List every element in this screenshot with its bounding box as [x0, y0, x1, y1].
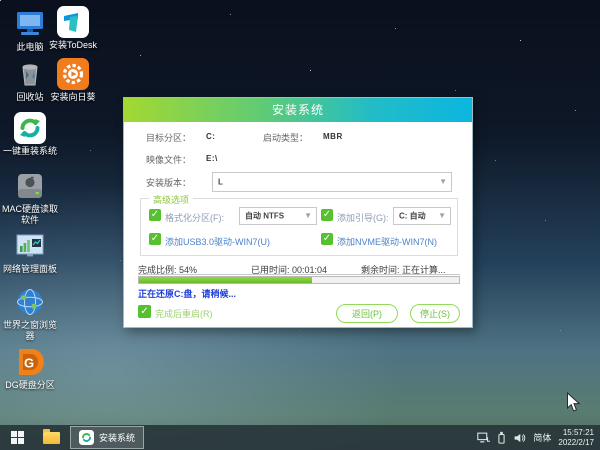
task-label: 安装系统: [99, 433, 136, 443]
folder-icon: [42, 428, 60, 444]
status-message: 正在还原C:盘，请稍候...: [138, 289, 236, 299]
desktop-icon-sunflower[interactable]: 安装向日葵: [44, 58, 102, 103]
boot-type-label: 启动类型：: [263, 133, 309, 143]
taskbar-clock[interactable]: 15:57:21 2022/2/17: [558, 428, 594, 448]
icon-label: DG硬盘分区: [5, 380, 55, 390]
icon-label: 安装ToDesk: [48, 40, 97, 50]
desktop-icon-network-panel[interactable]: 网络管理面板: [1, 230, 59, 275]
sunflower-icon: [57, 58, 89, 90]
desktop-icon-dg-partition[interactable]: G DG硬盘分区: [1, 346, 59, 391]
progress-bar: [138, 276, 460, 284]
restart-after-finish-checkbox[interactable]: ✓: [138, 305, 151, 318]
file-explorer-button[interactable]: [36, 425, 66, 450]
boot-type-value: MBR: [323, 132, 343, 141]
nvme-driver-checkbox[interactable]: ✓: [321, 233, 333, 245]
network-icon[interactable]: [477, 432, 491, 444]
icon-label: MAC硬盘读取软件: [2, 204, 58, 225]
chevron-down-icon: ▼: [438, 210, 446, 220]
target-partition-value: C:: [206, 132, 216, 141]
target-partition-label: 目标分区：: [146, 133, 192, 143]
icon-label: 一键重装系统: [2, 146, 57, 156]
mouse-cursor: [567, 392, 581, 412]
install-version-select[interactable]: L ▼: [212, 172, 452, 192]
advanced-options-legend: 高级选项: [149, 193, 194, 206]
format-partition-checkbox[interactable]: ✓: [149, 209, 161, 221]
nvme-driver-label: 添加NVME驱动-WIN7(N): [337, 237, 437, 247]
install-version-label: 安装版本：: [146, 178, 192, 188]
format-partition-label: 格式化分区(F):: [165, 213, 224, 223]
advanced-options-group: 高级选项 ✓ 格式化分区(F): 自动 NTFS ▼ ✓ 添加引导(G): C:…: [140, 193, 458, 256]
install-system-dialog: 安装系统 目标分区： C: 启动类型： MBR 映像文件： E:\ 安装版本： …: [123, 97, 473, 328]
windows-logo-icon: [11, 430, 25, 445]
format-mode-value: 自动 NTFS: [245, 211, 285, 221]
add-boot-select[interactable]: C: 自动 ▼: [393, 207, 451, 225]
icon-label: 网络管理面板: [2, 264, 57, 274]
start-button[interactable]: [0, 425, 36, 450]
back-button[interactable]: 返回(P): [336, 304, 398, 323]
mac-disk-reader-icon: [18, 174, 42, 198]
add-boot-checkbox[interactable]: ✓: [321, 209, 333, 221]
desktop-icon-mac-disk-reader[interactable]: MAC硬盘读取软件: [1, 170, 59, 226]
one-key-reinstall-icon: [14, 112, 46, 144]
divider: [138, 274, 460, 275]
taskbar: 安装系统 简体 15:57:21 2022/2/17: [0, 425, 600, 450]
dg-partition-icon: G: [19, 349, 44, 375]
recycle-bin-icon: [22, 64, 38, 86]
install-version-value: L: [218, 177, 223, 187]
tray-date: 2022/2/17: [558, 437, 594, 447]
desktop-icon-one-key-reinstall[interactable]: 一键重装系统: [1, 112, 59, 157]
volume-icon[interactable]: [513, 432, 526, 444]
install-system-task-icon: [79, 430, 94, 445]
tray-time: 15:57:21: [562, 427, 594, 437]
dialog-title: 安装系统: [124, 98, 472, 122]
system-tray: 简体 15:57:21 2022/2/17: [477, 428, 594, 448]
network-panel-icon: [16, 234, 44, 257]
icon-label: 世界之窗浏览器: [2, 320, 57, 341]
desktop-icon-world-browser[interactable]: 世界之窗浏览器: [1, 286, 59, 342]
input-language-indicator[interactable]: 简体: [533, 431, 551, 444]
progress-fill: [139, 277, 312, 283]
add-boot-value: C: 自动: [399, 211, 426, 221]
usb-icon[interactable]: [497, 431, 506, 444]
image-file-value: E:\: [206, 154, 218, 163]
this-pc-icon: [17, 12, 43, 35]
taskbar-task-install-system[interactable]: 安装系统: [70, 426, 145, 449]
image-file-label: 映像文件：: [146, 155, 192, 165]
icon-label: 安装向日葵: [50, 92, 96, 102]
todesk-icon: [57, 6, 89, 38]
restart-after-finish-label: 完成后重启(R): [155, 309, 213, 319]
world-browser-icon: [17, 289, 43, 315]
chevron-down-icon: ▼: [439, 176, 447, 186]
usb3-driver-label: 添加USB3.0驱动-WIN7(U): [165, 237, 271, 247]
svg-text:G: G: [24, 356, 34, 371]
stop-button[interactable]: 停止(S): [410, 304, 460, 323]
add-boot-label: 添加引导(G):: [337, 213, 389, 223]
format-mode-select[interactable]: 自动 NTFS ▼: [239, 207, 317, 225]
starfield: [0, 0, 1, 1]
chevron-down-icon: ▼: [304, 210, 312, 220]
usb3-driver-checkbox[interactable]: ✓: [149, 233, 161, 245]
desktop-icon-todesk[interactable]: 安装ToDesk: [44, 6, 102, 51]
